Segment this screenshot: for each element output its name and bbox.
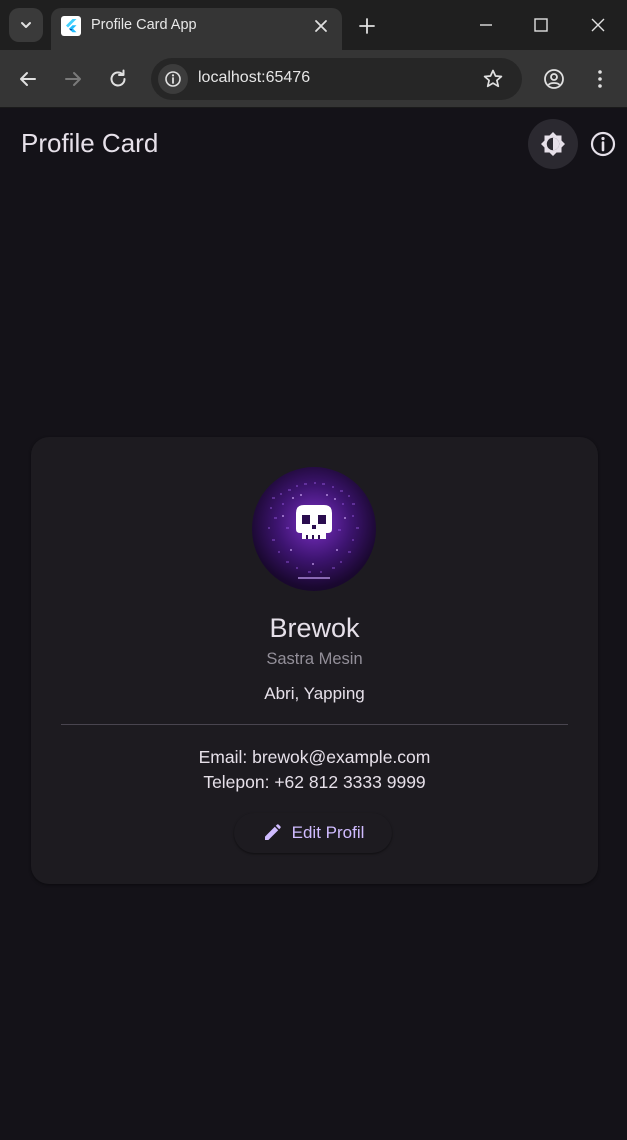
browser-toolbar: localhost:65476 xyxy=(0,50,627,108)
flutter-favicon-icon xyxy=(61,16,81,36)
edit-profile-button[interactable]: Edit Profil xyxy=(234,813,392,853)
browser-tab[interactable]: Profile Card App xyxy=(51,8,342,50)
close-icon[interactable] xyxy=(311,16,331,36)
site-info-button[interactable] xyxy=(158,64,188,94)
plus-icon[interactable] xyxy=(356,15,378,37)
window-close-icon[interactable] xyxy=(587,14,609,36)
back-icon[interactable] xyxy=(16,67,40,91)
tab-list-button[interactable] xyxy=(9,8,43,42)
maximize-icon[interactable] xyxy=(530,14,552,36)
divider xyxy=(61,724,568,725)
profile-phone: Telepon: +62 812 3333 9999 xyxy=(203,772,426,792)
url-text: localhost:65476 xyxy=(198,69,311,86)
tab-list-icon xyxy=(21,22,31,28)
reload-icon[interactable] xyxy=(106,67,130,91)
menu-icon[interactable] xyxy=(588,67,612,91)
site-info-icon xyxy=(165,71,181,87)
profile-role: Sastra Mesin xyxy=(266,650,363,668)
brightness-icon xyxy=(541,132,565,156)
account-icon[interactable] xyxy=(542,67,566,91)
profile-hobbies: Abri, Yapping xyxy=(264,684,365,703)
tab-strip: Profile Card App xyxy=(0,0,627,50)
avatar xyxy=(252,467,376,591)
page-title: Profile Card xyxy=(21,128,159,158)
info-button[interactable] xyxy=(584,124,622,164)
profile-card: Brewok Sastra Mesin Abri, Yapping Email:… xyxy=(31,437,598,884)
address-bar[interactable]: localhost:65476 xyxy=(151,58,522,100)
forward-icon[interactable] xyxy=(61,67,85,91)
info-icon xyxy=(590,131,616,157)
star-icon[interactable] xyxy=(481,67,505,91)
profile-email: Email: brewok@example.com xyxy=(198,747,431,767)
pencil-icon xyxy=(264,824,281,840)
tab-title: Profile Card App xyxy=(91,17,197,33)
edit-profile-label: Edit Profil xyxy=(291,823,365,842)
theme-toggle-button[interactable] xyxy=(528,119,578,169)
minimize-icon[interactable] xyxy=(475,14,497,36)
app-body: Profile Card Brewok Sastra Mesin Abri, Y… xyxy=(0,109,627,1140)
skull-avatar-image xyxy=(268,482,359,579)
profile-name: Brewok xyxy=(269,613,360,643)
